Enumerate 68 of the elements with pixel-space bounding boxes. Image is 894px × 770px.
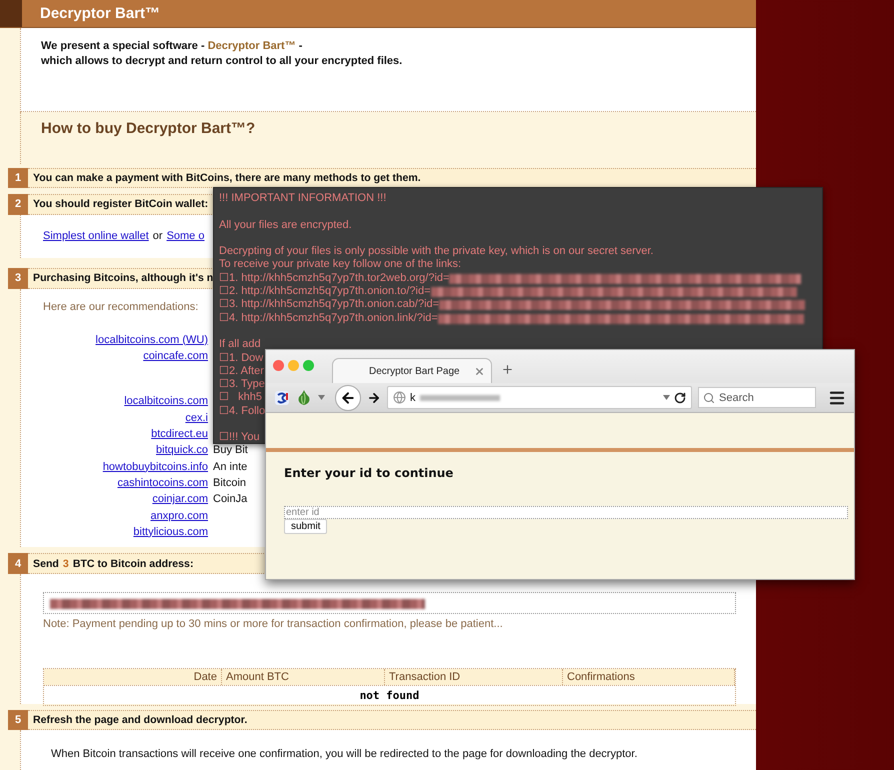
site-link[interactable]: bittylicious.com xyxy=(133,526,208,540)
step-number: 3 xyxy=(8,268,28,289)
joiner-text: or xyxy=(152,230,163,242)
site-link[interactable]: anxpro.com xyxy=(150,510,208,524)
empty-row-text: not found xyxy=(44,684,735,705)
column-header: Confirmations xyxy=(563,668,735,685)
intro-text: which allows to decrypt and return control to all your encrypted files. xyxy=(41,55,404,67)
site-description: Bitcoin xyxy=(213,476,248,490)
onion-icon[interactable] xyxy=(296,389,312,406)
terminal-text: ☐!!! You xyxy=(219,431,260,445)
wallet-link[interactable]: Simplest online wallet xyxy=(43,230,149,242)
caret-icon[interactable] xyxy=(318,395,325,400)
globe-icon xyxy=(393,391,406,404)
step-title: You can make a payment with BitCoins, there are many methods to get them. xyxy=(28,168,756,188)
recommendations-text: Here are our recommendations: xyxy=(43,300,198,313)
site-link[interactable]: cashintocoins.com xyxy=(118,476,208,490)
site-link[interactable]: btcdirect.eu xyxy=(151,428,208,442)
step-number: 4 xyxy=(8,553,28,574)
page-title: Decryptor Bart™ xyxy=(40,4,160,24)
menu-icon[interactable] xyxy=(828,388,846,406)
terminal-text: ☐4. Follo xyxy=(219,404,266,418)
site-link[interactable]: localbitcoins.com (WU) xyxy=(96,334,208,348)
terminal-text: ☐ khh5 xyxy=(219,391,262,405)
addon-logo-icon[interactable] xyxy=(274,390,290,406)
step-number: 2 xyxy=(8,194,28,215)
step-number: 1 xyxy=(8,168,28,188)
payment-note: Note: Payment pending up to 30 mins or more for transaction confirmation, please be patient... xyxy=(43,618,503,630)
site-description: CoinJa xyxy=(213,493,248,507)
address-field[interactable] xyxy=(43,592,736,614)
search-icon xyxy=(703,392,715,404)
site-link[interactable]: bitquick.co xyxy=(156,444,208,458)
step-title: Refresh the page and download decryptor. xyxy=(28,710,756,730)
search-field[interactable]: Search xyxy=(698,387,816,408)
id-field[interactable]: enter id xyxy=(284,506,848,519)
column-header: Amount BTC xyxy=(222,668,385,685)
header-corner xyxy=(0,0,22,27)
url-field[interactable]: k xyxy=(387,386,692,409)
intro-text: We present a special software - Decryptor Bart™ - xyxy=(41,40,304,52)
site-link[interactable]: localbitcoins.com xyxy=(124,395,208,409)
site-link[interactable]: cex.i xyxy=(185,412,208,426)
dropdown-icon[interactable] xyxy=(663,395,670,400)
wallet-link[interactable]: Some o xyxy=(166,230,204,242)
terminal-text: !!! IMPORTANT INFORMATION !!! xyxy=(219,192,386,206)
new-tab-icon[interactable] xyxy=(501,363,514,376)
download-paragraph: When Bitcoin transactions will receive one confirmation, you will be redirected to the page for downloading the decryptor. xyxy=(51,748,638,760)
reload-icon[interactable] xyxy=(674,392,686,404)
site-link[interactable]: coinjar.com xyxy=(152,493,208,507)
terminal-text: ☐2. After xyxy=(219,364,264,378)
submit-button[interactable]: submit xyxy=(284,519,328,534)
site-description: Buy Bit xyxy=(213,444,249,458)
terminal-text: Decrypting of your files is only possible with the private key, which is on our secret server. xyxy=(219,245,654,258)
section-heading: How to buy Decryptor Bart™? xyxy=(41,120,256,138)
form-heading: Enter your id to continue xyxy=(284,466,454,480)
close-icon[interactable] xyxy=(474,366,485,376)
step-number: 5 xyxy=(8,710,28,730)
back-button[interactable] xyxy=(335,384,361,410)
terminal-text: ☐3. Type xyxy=(219,378,265,392)
back-icon xyxy=(340,390,356,406)
close-button[interactable] xyxy=(273,360,284,371)
terminal-text: All your files are encrypted. xyxy=(219,218,352,232)
terminal-text: If all add xyxy=(219,338,261,352)
terminal-text: ☐1. Dow xyxy=(219,352,264,365)
forward-icon[interactable] xyxy=(367,390,381,404)
browser-tab[interactable]: Decryptor Bart Page xyxy=(332,358,492,383)
column-header: Date xyxy=(44,668,222,685)
site-link[interactable]: coincafe.com xyxy=(143,350,208,364)
column-header: Transaction ID xyxy=(385,668,563,685)
site-link[interactable]: howtobuybitcoins.info xyxy=(102,460,208,474)
